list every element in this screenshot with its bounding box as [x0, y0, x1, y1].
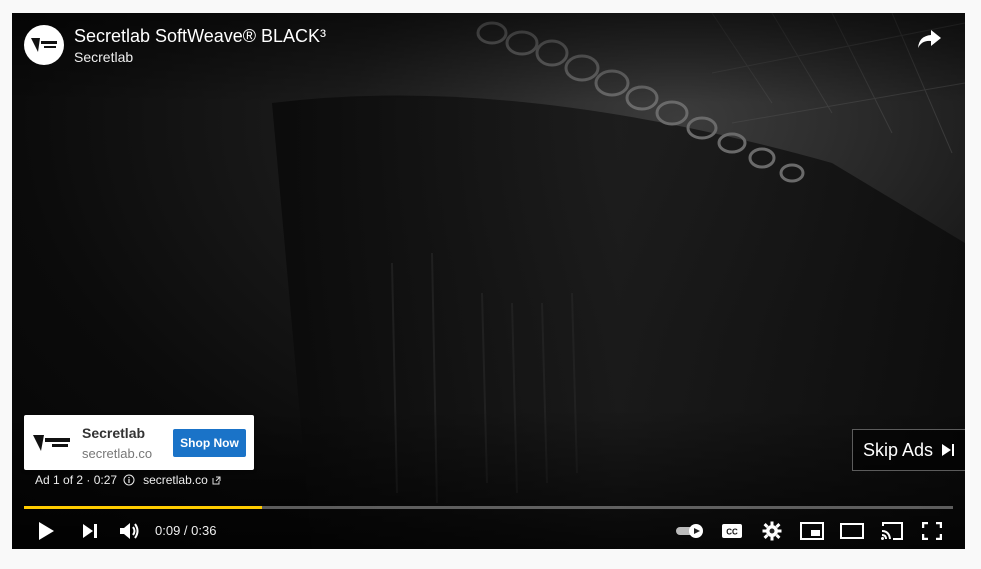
ad-position-text: Ad 1 of 2 · 0:27 — [35, 473, 118, 487]
ad-logo — [29, 420, 74, 465]
miniplayer-button[interactable] — [798, 515, 826, 547]
secretlab-logo-icon — [31, 38, 57, 52]
theater-button[interactable] — [838, 515, 866, 547]
shop-now-button[interactable]: Shop Now — [173, 429, 246, 457]
skip-ads-label: Skip Ads — [862, 439, 934, 460]
ad-advertiser-name: Secretlab — [82, 425, 146, 441]
ad-link[interactable]: secretlab.co — [143, 473, 208, 487]
cast-icon — [881, 522, 903, 540]
captions-button[interactable]: CC — [718, 515, 746, 547]
external-link-icon[interactable] — [212, 476, 221, 485]
progress-bar[interactable] — [24, 506, 953, 509]
next-button[interactable] — [76, 515, 104, 547]
ad-card[interactable]: Secretlab secretlab.co Shop Now — [24, 415, 254, 470]
autoplay-toggle-icon — [676, 524, 703, 538]
progress-fill — [24, 506, 262, 509]
secretlab-logo-icon — [32, 434, 70, 451]
share-icon — [918, 30, 941, 48]
volume-button[interactable] — [116, 515, 144, 547]
video-player[interactable]: Secretlab SoftWeave® BLACK³ Secretlab Se… — [12, 13, 965, 549]
control-bar: 0:09 / 0:36 CC — [12, 515, 965, 547]
fullscreen-button[interactable] — [918, 515, 946, 547]
theater-icon — [840, 523, 864, 539]
channel-name[interactable]: Secretlab — [74, 48, 133, 66]
volume-icon — [120, 523, 139, 539]
channel-avatar[interactable] — [24, 25, 64, 65]
play-icon — [39, 522, 54, 540]
captions-icon: CC — [722, 524, 742, 538]
ad-domain: secretlab.co — [82, 446, 153, 461]
settings-button[interactable] — [758, 515, 786, 547]
settings-icon — [762, 521, 782, 541]
skip-icon — [942, 444, 955, 456]
next-icon — [83, 524, 97, 538]
fullscreen-icon — [922, 522, 942, 540]
svg-text:CC: CC — [726, 528, 738, 537]
time-display: 0:09 / 0:36 — [155, 523, 217, 538]
cast-button[interactable] — [878, 515, 906, 547]
autoplay-toggle[interactable] — [674, 515, 706, 547]
share-button[interactable] — [915, 26, 943, 52]
miniplayer-icon — [800, 522, 824, 540]
video-title[interactable]: Secretlab SoftWeave® BLACK³ — [74, 25, 326, 47]
info-icon[interactable] — [123, 474, 135, 486]
ad-info: Ad 1 of 2 · 0:27 secretlab.co — [35, 473, 221, 487]
skip-ads-button[interactable]: Skip Ads — [852, 429, 965, 471]
play-button[interactable] — [32, 515, 60, 547]
